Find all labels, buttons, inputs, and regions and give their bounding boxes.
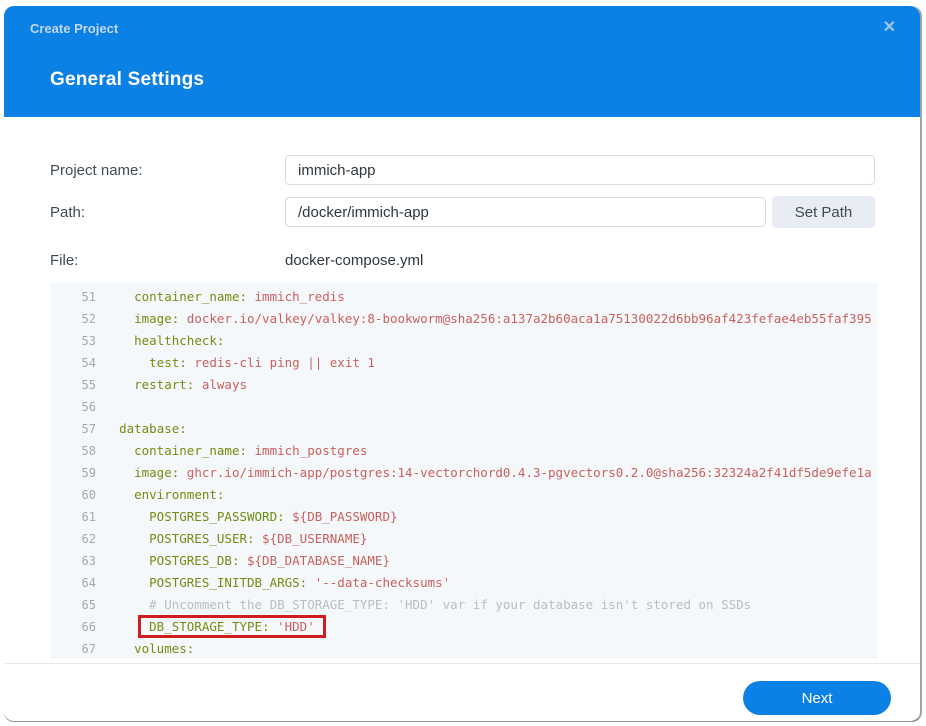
code-text: POSTGRES_INITDB_ARGS: '--data-checksums' [149, 575, 451, 590]
code-text: container_name: immich_redis [134, 289, 345, 304]
code-text: DB_STORAGE_TYPE: 'HDD' [104, 616, 315, 638]
dialog-header: Create Project ✕ General Settings [4, 6, 920, 117]
highlight-annotation-box: DB_STORAGE_TYPE: 'HDD' [141, 618, 323, 635]
code-line: 61 POSTGRES_PASSWORD: ${DB_PASSWORD} [50, 506, 878, 528]
compose-code-editor[interactable]: 51 container_name: immich_redis 52 image:… [50, 283, 878, 659]
code-line: 62 POSTGRES_USER: ${DB_USERNAME} [50, 528, 878, 550]
file-row: File: docker-compose.yml [50, 244, 423, 276]
line-number: 62 [81, 532, 96, 546]
code-text: # Uncomment the DB_STORAGE_TYPE: 'HDD' v… [149, 597, 752, 612]
next-button[interactable]: Next [743, 681, 891, 715]
page-title: General Settings [50, 69, 205, 90]
line-number: 65 [81, 598, 96, 612]
code-text: POSTGRES_PASSWORD: ${DB_PASSWORD} [149, 509, 398, 524]
code-text: volumes: [134, 641, 195, 656]
line-number: 56 [81, 400, 96, 414]
project-name-label: Project name: [50, 161, 143, 179]
file-value: docker-compose.yml [285, 251, 424, 269]
line-number: 59 [81, 466, 96, 480]
code-text: environment: [134, 487, 225, 502]
line-number: 51 [81, 290, 96, 304]
code-text: healthcheck: [134, 333, 225, 348]
line-number: 61 [81, 510, 96, 524]
code-line: 58 container_name: immich_postgres [50, 440, 878, 462]
code-line: 59 image: ghcr.io/immich-app/postgres:14… [50, 462, 878, 484]
code-line: 51 container_name: immich_redis [50, 286, 878, 308]
code-text: database: [119, 421, 187, 436]
screen: Create Project ✕ General Settings Projec… [0, 0, 926, 726]
create-project-dialog: Create Project ✕ General Settings Projec… [4, 6, 922, 722]
project-name-row: Project name: [50, 154, 875, 186]
line-number: 66 [81, 620, 96, 634]
line-number: 53 [81, 334, 96, 348]
line-number: 57 [81, 422, 96, 436]
code-text: container_name: immich_postgres [134, 443, 368, 458]
code-line: 66 DB_STORAGE_TYPE: 'HDD' [50, 616, 878, 638]
line-number: 58 [81, 444, 96, 458]
code-line: 55 restart: always [50, 374, 878, 396]
close-icon[interactable]: ✕ [883, 17, 896, 39]
code-line: 65 # Uncomment the DB_STORAGE_TYPE: 'HDD… [50, 594, 878, 616]
code-line: 54 test: redis-cli ping || exit 1 [50, 352, 878, 374]
code-line: 56 [50, 396, 878, 418]
code-text: restart: always [134, 377, 248, 392]
line-number: 67 [81, 642, 96, 656]
file-label: File: [50, 251, 79, 269]
code-line: 60 environment: [50, 484, 878, 506]
code-text: POSTGRES_USER: ${DB_USERNAME} [149, 531, 368, 546]
line-number: 54 [81, 356, 96, 370]
code-text: image: ghcr.io/immich-app/postgres:14-ve… [134, 465, 872, 480]
path-label: Path: [50, 203, 86, 221]
dialog-title: Create Project [30, 21, 119, 36]
code-text: POSTGRES_DB: ${DB_DATABASE_NAME} [149, 553, 390, 568]
code-line: 64 POSTGRES_INITDB_ARGS: '--data-checksu… [50, 572, 878, 594]
code-line: 52 image: docker.io/valkey/valkey:8-book… [50, 308, 878, 330]
code-text: image: docker.io/valkey/valkey:8-bookwor… [134, 311, 872, 326]
project-name-input[interactable] [285, 155, 875, 185]
code-text: test: redis-cli ping || exit 1 [149, 355, 375, 370]
line-number: 52 [81, 312, 96, 326]
path-input[interactable] [285, 197, 766, 227]
path-row: Path: Set Path [50, 196, 875, 228]
code-line: 53 healthcheck: [50, 330, 878, 352]
dialog-footer: Next [4, 663, 920, 721]
code-line: 67 volumes: [50, 638, 878, 659]
code-line: 57 database: [50, 418, 878, 440]
line-number: 60 [81, 488, 96, 502]
code-line: 63 POSTGRES_DB: ${DB_DATABASE_NAME} [50, 550, 878, 572]
line-number: 63 [81, 554, 96, 568]
line-number: 64 [81, 576, 96, 590]
line-number: 55 [81, 378, 96, 392]
set-path-button[interactable]: Set Path [772, 196, 875, 228]
